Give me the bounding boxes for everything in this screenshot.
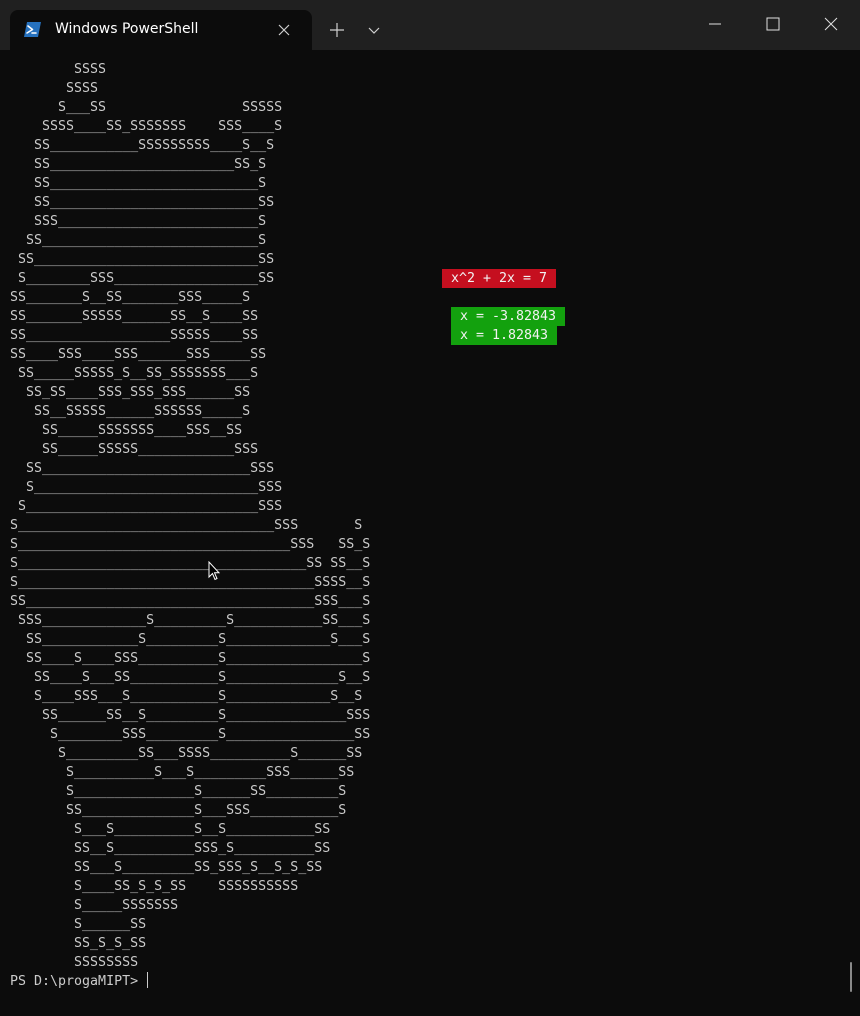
tab-windows-powershell[interactable]: Windows PowerShell xyxy=(10,10,312,50)
terminal-line: SS__SSSSS______SSSSSS_____S xyxy=(10,404,251,419)
terminal-line: SS_SS____SSS_SSS_SSS______SS xyxy=(10,385,251,400)
root-line-2: x = 1.82843 xyxy=(451,326,558,345)
terminal-line: S____SSS___S___________S_____________S__… xyxy=(10,689,363,704)
terminal-line: SS____S____SSS__________S_______________… xyxy=(10,651,371,666)
terminal-line: S________________________________SSS S xyxy=(10,518,363,533)
scrollbar-thumb[interactable] xyxy=(850,962,852,992)
terminal-line: SS_______S__SS_______SSS_____S xyxy=(10,290,251,305)
terminal-line: SS______SS__S_________S_______________SS… xyxy=(10,708,371,723)
terminal-line: SS____________________________________SS… xyxy=(10,594,371,609)
plus-icon xyxy=(330,23,344,37)
terminal-line: S_______________S______SS_________S xyxy=(10,784,347,799)
terminal-line: SS____SSS____SSS______SSS_____SS xyxy=(10,347,267,362)
tab-title: Windows PowerShell xyxy=(55,21,199,37)
terminal-line: SS_______SSSSS______SS__S____SS xyxy=(10,309,259,324)
terminal-line: SS_S_S_SS xyxy=(10,936,147,951)
terminal-output[interactable]: SSSS SSSS S___SS SSSSS SSSS____SS_SSSSSS… xyxy=(10,60,370,972)
terminal-line: SS___S_________SS_SSS_S__S_S_SS xyxy=(10,860,323,875)
terminal-line: S_____SSSSSSS xyxy=(10,898,179,913)
terminal-line: SS_____SSSSS____________SSS xyxy=(10,442,259,457)
title-bar[interactable]: Windows PowerShell xyxy=(0,0,860,50)
terminal-line: SS______________S___SSS___________S xyxy=(10,803,347,818)
terminal-line: SS____S___SS___________S______________S_… xyxy=(10,670,371,685)
terminal-line: SS__S__________SSS_S__________SS xyxy=(10,841,331,856)
terminal-line: SSS_____________S_________S___________SS… xyxy=(10,613,371,628)
maximize-icon xyxy=(766,17,780,31)
roots-output: x = -3.82843 x = 1.82843 xyxy=(451,307,566,345)
terminal-line: S_________SS___SSSS__________S______SS xyxy=(10,746,363,761)
terminal-line: SS___________SSSSSSSSS____S__S xyxy=(10,138,275,153)
minimize-icon xyxy=(709,23,721,25)
chevron-down-icon xyxy=(368,27,380,34)
close-icon xyxy=(278,24,290,36)
terminal-line: SS__________________________S xyxy=(10,176,267,191)
terminal-line: SS____________S_________S_____________S_… xyxy=(10,632,371,647)
tab-close-button[interactable] xyxy=(276,22,292,38)
terminal-window: Windows PowerShell SSSS SSSS S___SS SSSS… xyxy=(0,0,860,1016)
terminal-line: S________SSS_________S________________SS xyxy=(10,727,371,742)
terminal-line: SS_______________________SS_S xyxy=(10,157,267,172)
terminal-line: S______SS xyxy=(10,917,147,932)
equation-label: x^2 + 2x = 7 xyxy=(442,269,557,288)
terminal-line: S_____________________________SSS xyxy=(10,499,283,514)
text-caret xyxy=(147,972,149,988)
terminal-line: SSSS xyxy=(10,62,107,77)
terminal-line: S__________________________________SSS S… xyxy=(10,537,371,552)
terminal-line: SS____________________________SS xyxy=(10,252,275,267)
prompt-text: PS D:\progaMIPT> xyxy=(10,974,147,989)
terminal-line: SS_____SSSSSSS____SSS__SS xyxy=(10,423,243,438)
terminal-line: S__________S___S_________SSS______SS xyxy=(10,765,355,780)
terminal-line: SSSSSSSS xyxy=(10,955,139,970)
close-icon xyxy=(824,17,838,31)
terminal-line: SS__________________________SS xyxy=(10,195,275,210)
terminal-line: S_____________________________________SS… xyxy=(10,575,371,590)
minimize-button[interactable] xyxy=(687,0,743,48)
terminal-line: S____________________________SSS xyxy=(10,480,283,495)
powershell-icon xyxy=(24,22,41,37)
terminal-line: SSS_________________________S xyxy=(10,214,267,229)
terminal-line: S____________________________________SS … xyxy=(10,556,371,571)
terminal-line: SS___________________________S xyxy=(10,233,267,248)
terminal-line: SS__________________SSSSS____SS xyxy=(10,328,259,343)
root-line-1: x = -3.82843 xyxy=(451,307,566,326)
terminal-line: S___SS SSSSS xyxy=(10,100,283,115)
mouse-pointer-icon xyxy=(208,561,220,581)
terminal-line: S____SS_S_S_SS SSSSSSSSSS xyxy=(10,879,299,894)
terminal-line: SS__________________________SSS xyxy=(10,461,275,476)
terminal-line: SSSS____SS_SSSSSSS SSS____S xyxy=(10,119,283,134)
terminal-line: SS_____SSSSS_S__SS_SSSSSSS___S xyxy=(10,366,259,381)
new-tab-button[interactable] xyxy=(325,18,349,42)
prompt-line[interactable]: PS D:\progaMIPT> xyxy=(10,972,149,991)
terminal-line: SSSS xyxy=(10,81,99,96)
maximize-button[interactable] xyxy=(745,0,801,48)
close-window-button[interactable] xyxy=(803,0,859,48)
terminal-line: S________SSS__________________SS xyxy=(10,271,275,286)
terminal-line: S___S__________S__S___________SS xyxy=(10,822,331,837)
tab-dropdown-button[interactable] xyxy=(362,18,386,42)
